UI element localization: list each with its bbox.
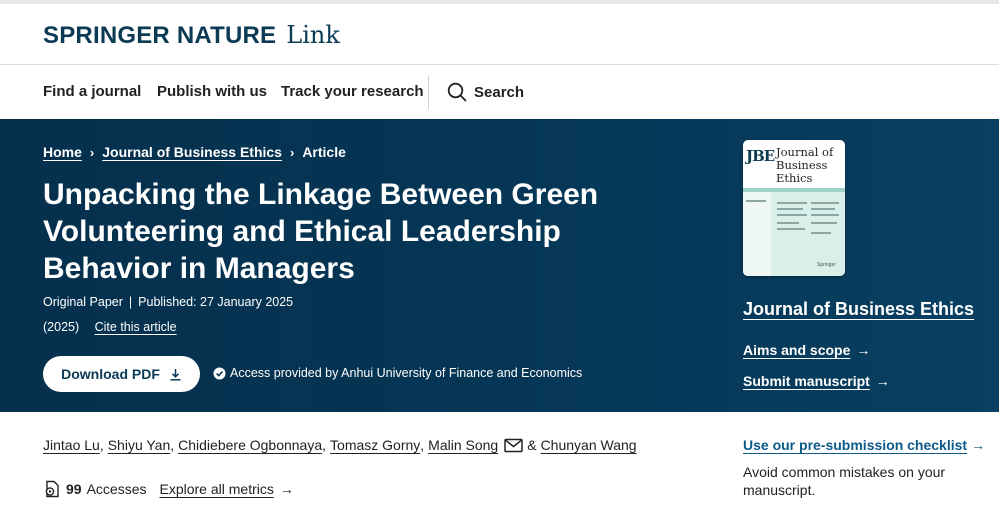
- author-link[interactable]: Tomasz Gorny: [330, 437, 420, 453]
- check-circle-icon: [213, 367, 226, 379]
- cover-text-line: [811, 214, 839, 216]
- article-citation: (2025) Cite this article: [43, 320, 177, 334]
- download-pdf-label: Download PDF: [61, 366, 160, 382]
- breadcrumb-separator: ›: [89, 144, 95, 160]
- envelope-icon[interactable]: [504, 438, 523, 453]
- checklist-description: Avoid common mistakes on your manuscript…: [743, 464, 946, 498]
- nav-divider: [428, 76, 429, 109]
- accesses-count: 99: [66, 481, 82, 497]
- arrow-right-icon: →: [856, 342, 871, 358]
- submit-manuscript-label: Submit manuscript: [743, 373, 870, 389]
- journal-cover[interactable]: JBE Journal of Business Ethics Springer: [743, 140, 845, 276]
- cover-text-line: [777, 208, 803, 210]
- accesses-label: Accesses: [86, 481, 147, 497]
- arrow-right-icon: →: [875, 373, 890, 389]
- logo-suffix: Link: [286, 21, 340, 49]
- nav-find-journal[interactable]: Find a journal: [43, 83, 141, 100]
- author-list: Jintao Lu, Shiyu Yan, Chidiebere Ogbonna…: [43, 437, 637, 453]
- search-icon: [447, 82, 467, 102]
- pre-submission-checklist-link[interactable]: Use our pre-submission checklist →: [743, 437, 985, 453]
- cover-band: Springer: [743, 188, 845, 276]
- download-icon: [170, 368, 181, 381]
- breadcrumb: Home › Journal of Business Ethics › Arti…: [43, 144, 346, 160]
- main-nav: Find a journal Publish with us Track you…: [0, 66, 999, 119]
- nav-publish-with-us[interactable]: Publish with us: [157, 83, 267, 100]
- author-separator: ,: [322, 437, 327, 453]
- article-year: (2025): [43, 320, 80, 334]
- author-ampersand: &: [527, 437, 537, 453]
- author-separator: ,: [99, 437, 104, 453]
- cover-text-line: [777, 202, 807, 204]
- author-link[interactable]: Jintao Lu: [43, 437, 100, 453]
- author-link[interactable]: Malin Song: [428, 437, 498, 453]
- cover-text-line: [811, 208, 835, 210]
- article-title: Unpacking the Linkage Between Green Volu…: [43, 178, 599, 285]
- cover-text-line: [777, 228, 805, 230]
- download-pdf-button[interactable]: Download PDF: [43, 356, 200, 392]
- article-type: Original Paper: [43, 295, 123, 309]
- access-text: Access provided by Anhui University of F…: [230, 366, 583, 380]
- logo-bar: SPRINGER NATURE Link: [0, 4, 999, 65]
- explore-metrics-link[interactable]: Explore all metrics: [160, 481, 274, 497]
- cover-text-line: [746, 200, 766, 202]
- cover-text-line: [811, 232, 831, 234]
- article-meta: Original Paper | Published: 27 January 202…: [43, 295, 294, 309]
- cover-text-line: [811, 222, 837, 224]
- cover-publisher: Springer: [817, 262, 836, 268]
- cover-text-line: [811, 202, 839, 204]
- breadcrumb-current: Article: [302, 144, 346, 160]
- author-link[interactable]: Chidiebere Ogbonnaya: [178, 437, 322, 453]
- cover-text-line: [777, 214, 807, 216]
- aims-and-scope-label: Aims and scope: [743, 342, 851, 358]
- springer-nature-link-logo[interactable]: SPRINGER NATURE Link: [43, 21, 340, 50]
- breadcrumb-journal[interactable]: Journal of Business Ethics: [102, 144, 282, 160]
- article-hero: Home › Journal of Business Ethics › Arti…: [0, 119, 999, 412]
- published-date: Published: 27 January 2025: [138, 295, 294, 309]
- cover-column: [743, 192, 771, 276]
- access-info: Access provided by Anhui University of F…: [213, 366, 582, 380]
- journal-name-link[interactable]: Journal of Business Ethics: [743, 299, 974, 320]
- author-separator: ,: [170, 437, 175, 453]
- logo-brand: SPRINGER NATURE: [43, 22, 277, 49]
- cover-title: Journal of Business Ethics: [776, 146, 833, 185]
- arrow-right-icon: →: [279, 481, 294, 497]
- author-separator: ,: [420, 437, 425, 453]
- search-label: Search: [474, 83, 525, 101]
- breadcrumb-separator: ›: [289, 144, 295, 160]
- cover-logo: JBE: [746, 147, 775, 165]
- nav-track-research[interactable]: Track your research: [281, 83, 424, 100]
- cite-article-link[interactable]: Cite this article: [95, 320, 177, 334]
- author-link[interactable]: Shiyu Yan: [108, 437, 171, 453]
- author-link[interactable]: Chunyan Wang: [541, 437, 637, 453]
- article-metrics: 99 Accesses Explore all metrics →: [43, 480, 294, 498]
- cover-text-line: [777, 222, 799, 224]
- checklist-label: Use our pre-submission checklist: [743, 437, 968, 453]
- submit-manuscript-link[interactable]: Submit manuscript →: [743, 373, 890, 389]
- arrow-right-icon: →: [971, 437, 986, 453]
- breadcrumb-home[interactable]: Home: [43, 144, 82, 160]
- aims-and-scope-link[interactable]: Aims and scope →: [743, 342, 870, 358]
- accesses-icon: [45, 480, 59, 498]
- search-button[interactable]: Search: [447, 82, 524, 102]
- cover-title-line: Ethics: [776, 171, 813, 185]
